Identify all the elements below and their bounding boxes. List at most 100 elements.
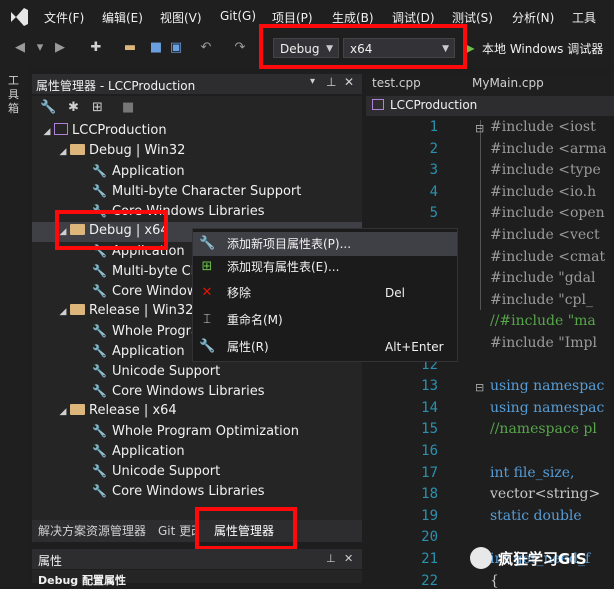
forward-dropdown-icon[interactable]: ▾ xyxy=(32,40,48,56)
collapse-arrow-icon[interactable]: ◢ xyxy=(56,302,70,322)
menu-file[interactable]: 文件(F) xyxy=(44,9,84,26)
properties-titlebar xyxy=(32,549,362,569)
fold-guide xyxy=(480,120,481,310)
code-line: #include <vect xyxy=(490,227,600,243)
code-line: #include "gdal xyxy=(490,270,596,286)
menu-git[interactable]: Git(G) xyxy=(220,9,256,23)
tree-sheet[interactable]: 🔧 Unicode Support xyxy=(92,461,220,481)
tab-git-changes[interactable]: Git 更改 xyxy=(158,522,198,539)
wrench-icon: 🔧 xyxy=(92,384,107,398)
tree-sheet[interactable]: 🔧 Multi-byte Ch xyxy=(92,261,199,281)
wrench-icon: 🔧 xyxy=(92,364,107,378)
code-line: #include <iost xyxy=(490,119,596,135)
tree-sheet[interactable]: 🔧 Core Windows Libraries xyxy=(92,481,265,501)
code-line: #include "Impl xyxy=(490,335,597,351)
code-line: vector<string> xyxy=(490,486,601,502)
collapse-arrow-icon[interactable]: ◢ xyxy=(56,402,70,422)
tree-sheet[interactable]: 🔧 Core Windows Libraries xyxy=(92,381,265,401)
visual-studio-logo-icon[interactable] xyxy=(8,6,30,28)
menu-add-existing-sheet[interactable]: ⊞ 添加现有属性表(E)... xyxy=(193,255,457,279)
folder-icon xyxy=(70,404,85,415)
new-project-icon[interactable]: ✚ xyxy=(88,40,104,56)
project-icon xyxy=(372,99,384,110)
tree-sheet[interactable]: 🔧 Whole Program Optimization xyxy=(92,421,299,441)
tree-sheet[interactable]: 🔧 Application xyxy=(92,441,185,461)
line-number: 5 xyxy=(429,205,438,221)
line-number: 2 xyxy=(429,141,438,157)
wrench-icon: 🔧 xyxy=(92,464,107,478)
line-number: 1 xyxy=(429,119,438,135)
pin-icon[interactable]: ⊥ xyxy=(326,75,336,89)
properties-subtitle: Debug 配置属性 xyxy=(38,574,126,587)
menu-properties[interactable]: 🔧 属性(R) Alt+Enter xyxy=(193,335,457,359)
folder-icon xyxy=(70,144,85,155)
open-folder-icon[interactable]: ▬ xyxy=(122,40,138,56)
highlight-box-config xyxy=(259,24,467,69)
line-number: 20 xyxy=(421,529,438,545)
save-all-icon[interactable]: ▣ xyxy=(168,40,184,56)
tree-sheet[interactable]: 🔧 Application xyxy=(92,161,185,181)
tab-solution-explorer[interactable]: 解决方案资源管理器 xyxy=(38,522,146,539)
wechat-logo-icon xyxy=(470,547,492,569)
property-manager-toolbar xyxy=(32,96,362,120)
tree-sheet[interactable]: 🔧 Whole Progra xyxy=(92,321,199,341)
code-line: #include <open xyxy=(490,205,605,221)
menu-tools[interactable]: 工具 xyxy=(572,9,596,26)
add-existing-sheet-icon: ⊞ xyxy=(201,259,213,274)
side-toolbox-strip xyxy=(0,66,28,583)
tree-config-release-x64[interactable]: ◢ Release | x64 xyxy=(56,401,177,421)
toolbox-tab[interactable]: 工具箱 xyxy=(8,74,22,116)
wrench-icon: 🔧 xyxy=(92,344,107,358)
tree-config-release-win32[interactable]: ◢ Release | Win32 xyxy=(56,301,194,322)
collapse-arrow-icon[interactable]: ◢ xyxy=(40,122,54,142)
local-debugger-label[interactable]: 本地 Windows 调试器 xyxy=(482,40,603,57)
tree-sheet[interactable]: 🔧 Multi-byte Character Support xyxy=(92,181,301,201)
menu-remove[interactable]: ✕ 移除 Del xyxy=(193,281,457,305)
wrench-icon: 🔧 xyxy=(92,324,107,338)
add-new-sheet-icon[interactable]: ✱ xyxy=(68,100,79,115)
wrench-icon: 🔧 xyxy=(92,164,107,178)
tab-mymain-cpp[interactable]: MyMain.cpp xyxy=(472,76,544,90)
tree-sheet[interactable]: 🔧 Core Window xyxy=(92,281,197,301)
add-existing-sheet-icon[interactable]: ⊞ xyxy=(92,100,103,115)
menu-view[interactable]: 视图(V) xyxy=(160,9,202,26)
tree-sheet[interactable]: 🔧 Application xyxy=(92,341,185,361)
menu-rename[interactable]: ⌶ 重命名(M) xyxy=(193,308,457,332)
wrench-icon: 🔧 xyxy=(92,424,107,438)
close-icon[interactable]: ✕ xyxy=(344,552,353,565)
code-line: #include <cmat xyxy=(490,249,606,265)
save-icon[interactable]: ■ xyxy=(148,40,164,56)
pin-icon[interactable]: ⊥ xyxy=(326,552,336,565)
dropdown-icon[interactable]: ▾ xyxy=(310,76,315,87)
line-number: 13 xyxy=(421,378,438,394)
code-line: #include <arma xyxy=(490,141,607,157)
close-icon[interactable]: ✕ xyxy=(344,75,354,89)
collapse-arrow-icon[interactable]: ◢ xyxy=(56,142,70,162)
redo-icon[interactable]: ↷ xyxy=(232,40,248,56)
undo-icon[interactable]: ↶ xyxy=(198,40,214,56)
folder-icon xyxy=(70,304,85,315)
tree-project[interactable]: ◢ LCCProduction xyxy=(40,121,167,141)
project-icon xyxy=(54,123,68,135)
menu-analyze[interactable]: 分析(N) xyxy=(512,9,554,26)
tab-test-cpp[interactable]: test.cpp xyxy=(372,76,421,90)
back-icon[interactable]: ◀ xyxy=(12,40,28,56)
watermark: 疯狂学习GIS xyxy=(470,545,610,571)
code-line: //#include "ma xyxy=(490,313,596,329)
fold-toggle-icon[interactable]: ⊟ xyxy=(475,381,484,394)
forward-icon[interactable]: ▶ xyxy=(52,40,68,56)
wrench-icon: 🔧 xyxy=(92,264,107,278)
line-number: 16 xyxy=(421,443,438,459)
highlight-box-property-tab xyxy=(195,507,297,550)
code-line: int file_size, xyxy=(490,465,575,481)
tree-sheet[interactable]: 🔧 Unicode Support xyxy=(92,361,220,381)
wrench-icon[interactable]: 🔧 xyxy=(40,100,56,115)
line-number: 15 xyxy=(421,421,438,437)
menu-add-new-sheet[interactable]: 🔧 添加新项目属性表(P)... xyxy=(193,232,457,256)
nav-project[interactable]: LCCProduction xyxy=(390,98,477,112)
menu-edit[interactable]: 编辑(E) xyxy=(102,9,143,26)
tree-config-debug-win32[interactable]: ◢ Debug | Win32 xyxy=(56,141,186,162)
wrench-icon: 🔧 xyxy=(92,284,107,298)
save-sheet-icon[interactable]: ■ xyxy=(122,100,134,115)
fold-toggle-icon[interactable]: ⊟ xyxy=(475,122,484,135)
